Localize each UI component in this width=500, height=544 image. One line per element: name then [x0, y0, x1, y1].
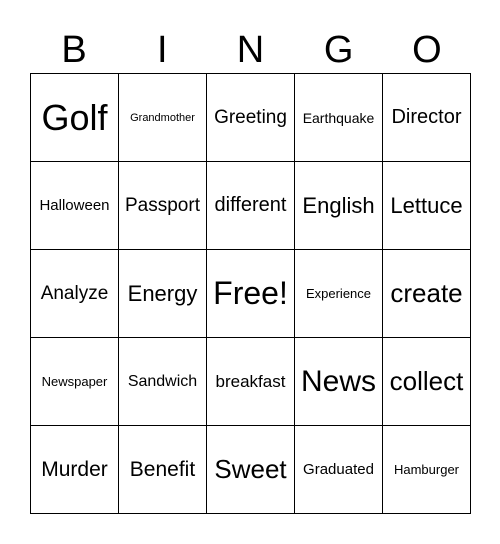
bingo-cell: different — [207, 162, 295, 250]
bingo-cell: Passport — [119, 162, 207, 250]
bingo-cell: Lettuce — [383, 162, 471, 250]
bingo-cell: Energy — [119, 250, 207, 338]
bingo-cell: Halloween — [31, 162, 119, 250]
bingo-cell: Sweet — [207, 426, 295, 514]
header-letter-o: O — [412, 29, 442, 71]
bingo-cell: Free! — [207, 250, 295, 338]
bingo-cell: Analyze — [31, 250, 119, 338]
bingo-cell: News — [295, 338, 383, 426]
bingo-cell: Golf — [31, 74, 119, 162]
bingo-cell: Graduated — [295, 426, 383, 514]
bingo-cell: Newspaper — [31, 338, 119, 426]
bingo-cell: Benefit — [119, 426, 207, 514]
bingo-cell: Grandmother — [119, 74, 207, 162]
bingo-cell: Sandwich — [119, 338, 207, 426]
bingo-header: B I N G O — [30, 28, 471, 72]
bingo-cell: Hamburger — [383, 426, 471, 514]
bingo-cell: Murder — [31, 426, 119, 514]
bingo-cell: create — [383, 250, 471, 338]
header-letter-n: N — [236, 29, 265, 71]
bingo-cell: Earthquake — [295, 74, 383, 162]
header-letter-g: G — [323, 29, 354, 71]
bingo-cell: collect — [383, 338, 471, 426]
header-letter-i: I — [157, 29, 168, 71]
bingo-cell: Director — [383, 74, 471, 162]
bingo-cell: Greeting — [207, 74, 295, 162]
bingo-cell: breakfast — [207, 338, 295, 426]
bingo-cell: Experience — [295, 250, 383, 338]
header-letter-b: B — [61, 29, 87, 71]
bingo-cell: English — [295, 162, 383, 250]
bingo-grid: Golf Grandmother Greeting Earthquake Directo… — [30, 73, 471, 514]
